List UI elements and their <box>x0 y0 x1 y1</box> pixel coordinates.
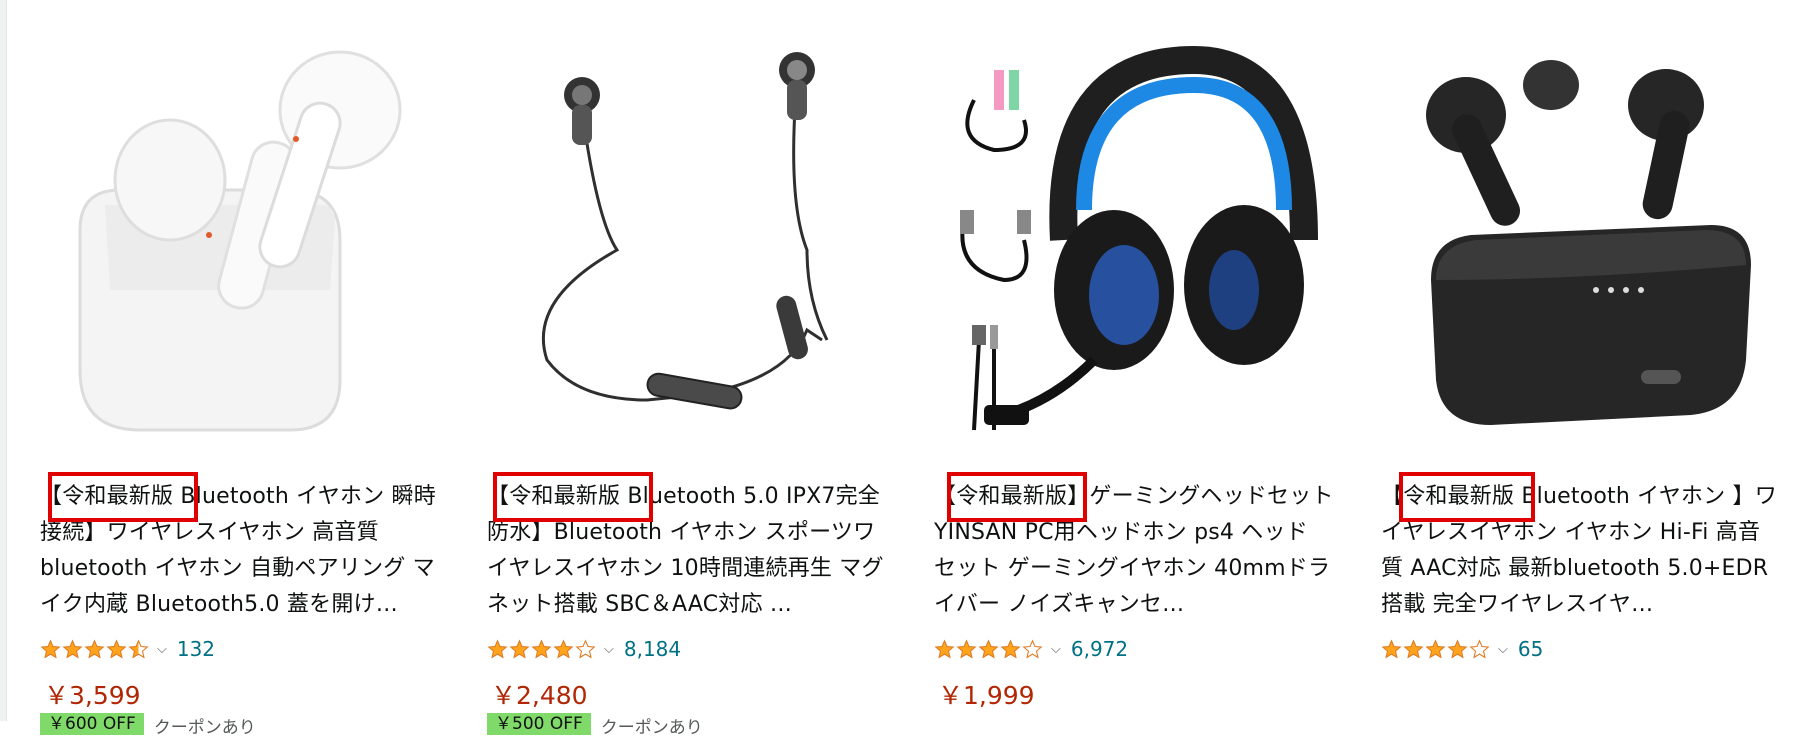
product-grid: 【令和最新版 Bluetooth イヤホン 瞬時接続】ワイヤレスイヤホン 高音質… <box>40 0 1800 738</box>
rating-row[interactable]: ⌵ 132 <box>40 634 215 664</box>
star-rating[interactable] <box>40 638 149 660</box>
coupon-text: クーポンあり <box>153 718 256 738</box>
product-card[interactable]: 【令和最新版 Bluetooth イヤホン 瞬時接続】ワイヤレスイヤホン 高音質… <box>40 0 440 738</box>
coupon-badge: ￥600 OFF <box>40 713 144 735</box>
star-rating[interactable] <box>487 638 596 660</box>
product-card[interactable]: 【令和最新版 Bluetooth 5.0 IPX7完全防水】Bluetooth … <box>487 0 887 738</box>
star-icon <box>934 638 955 658</box>
rating-count-link[interactable]: 6,972 <box>1071 637 1128 661</box>
product-title-link[interactable]: 【令和最新版 Bluetooth イヤホン 】ワイヤレスイヤホン イヤホン Hi… <box>1381 479 1781 623</box>
chevron-down-icon[interactable]: ⌵ <box>604 642 614 657</box>
star-icon <box>956 638 977 658</box>
left-divider <box>0 0 7 721</box>
star-icon <box>1403 638 1424 658</box>
rating-row[interactable]: ⌵ 6,972 <box>934 634 1128 664</box>
price: ￥3,599 <box>44 681 141 710</box>
star-icon <box>978 638 999 658</box>
product-title-link[interactable]: 【令和最新版 Bluetooth 5.0 IPX7完全防水】Bluetooth … <box>487 479 887 623</box>
star-icon <box>1469 638 1490 658</box>
rating-row[interactable]: ⌵ 65 <box>1381 634 1543 664</box>
rating-count-link[interactable]: 8,184 <box>624 637 681 661</box>
star-icon <box>575 638 596 658</box>
star-icon <box>84 638 105 658</box>
star-rating[interactable] <box>934 638 1043 660</box>
price: ￥1,999 <box>938 681 1035 710</box>
product-image[interactable] <box>1381 40 1781 460</box>
white-earbuds-case-image <box>78 50 402 432</box>
star-icon <box>62 638 83 658</box>
gaming-headset-image <box>960 45 1318 431</box>
coupon-badge: ￥500 OFF <box>487 713 591 735</box>
product-image[interactable] <box>487 40 887 460</box>
coupon-row[interactable]: ￥600 OFF クーポンあり <box>40 713 256 738</box>
star-icon <box>509 638 530 658</box>
product-title-link[interactable]: 【令和最新版】ゲーミングヘッドセット YINSAN PC用ヘッドホン ps4 ヘ… <box>934 479 1334 623</box>
coupon-row[interactable]: ￥500 OFF クーポンあり <box>487 713 703 738</box>
star-icon <box>1425 638 1446 658</box>
rating-count-link[interactable]: 65 <box>1518 637 1543 661</box>
star-rating[interactable] <box>1381 638 1490 660</box>
rating-count-link[interactable]: 132 <box>177 637 215 661</box>
black-earbuds-case-image <box>1426 60 1751 425</box>
star-icon <box>553 638 574 658</box>
star-icon <box>531 638 552 658</box>
star-icon <box>487 638 508 658</box>
star-icon <box>1022 638 1043 658</box>
star-icon <box>40 638 61 658</box>
coupon-text: クーポンあり <box>600 718 703 738</box>
product-card[interactable]: 【令和最新版 Bluetooth イヤホン 】ワイヤレスイヤホン イヤホン Hi… <box>1381 0 1781 721</box>
rating-row[interactable]: ⌵ 8,184 <box>487 634 681 664</box>
product-image[interactable] <box>40 40 440 460</box>
chevron-down-icon[interactable]: ⌵ <box>1051 642 1061 657</box>
neckband-earphones-image <box>541 52 829 410</box>
star-icon <box>1000 638 1021 658</box>
product-title-link[interactable]: 【令和最新版 Bluetooth イヤホン 瞬時接続】ワイヤレスイヤホン 高音質… <box>40 479 440 623</box>
price: ￥2,480 <box>491 681 588 710</box>
star-icon <box>1381 638 1402 658</box>
star-icon <box>128 638 149 658</box>
chevron-down-icon[interactable]: ⌵ <box>1498 642 1508 657</box>
star-icon <box>106 638 127 658</box>
product-image[interactable] <box>934 40 1334 460</box>
star-icon <box>1447 638 1468 658</box>
chevron-down-icon[interactable]: ⌵ <box>157 642 167 657</box>
product-card[interactable]: 【令和最新版】ゲーミングヘッドセット YINSAN PC用ヘッドホン ps4 ヘ… <box>934 0 1334 721</box>
